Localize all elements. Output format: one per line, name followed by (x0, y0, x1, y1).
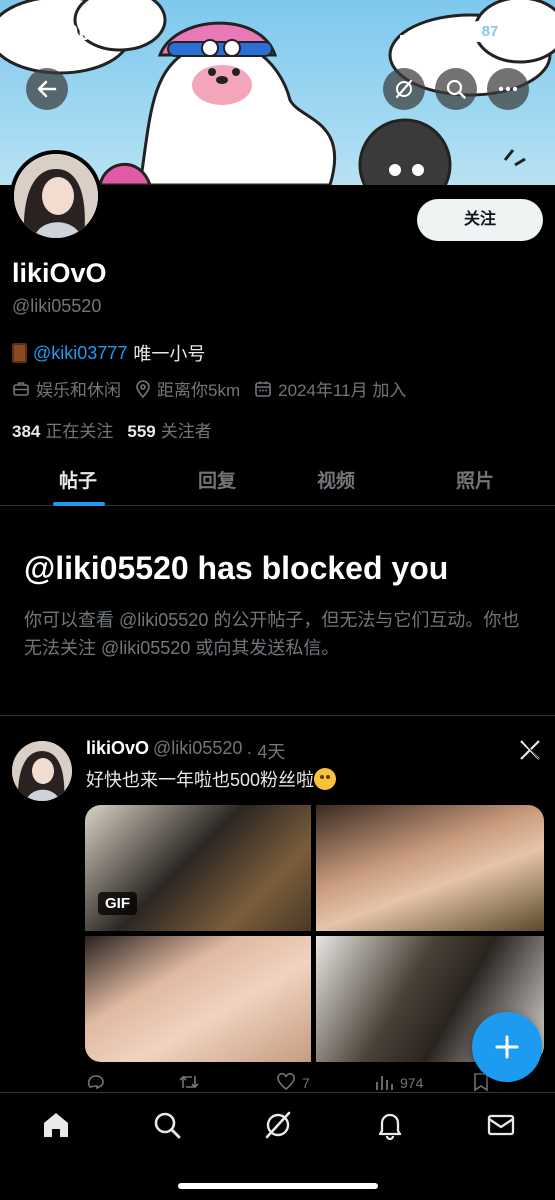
profile-tabs: 帖子 回复 视频 照片 (0, 452, 555, 506)
media-image-3[interactable] (85, 936, 311, 1062)
back-button[interactable] (26, 68, 68, 110)
following-count: 384 (12, 422, 41, 441)
category-item: 娱乐和休闲 (12, 376, 121, 401)
followers-link[interactable]: 559 关注者 (127, 417, 211, 442)
explore-search-icon[interactable] (152, 1110, 182, 1140)
media-image-2[interactable] (316, 805, 544, 931)
door-emoji-icon (12, 343, 27, 363)
briefcase-icon (13, 381, 29, 396)
post-time: · 4天 (246, 742, 286, 762)
search-icon (446, 79, 466, 99)
avatar-image (14, 154, 98, 238)
home-icon[interactable] (41, 1110, 71, 1140)
profile-display-name: likiOvO (12, 258, 107, 288)
profile-handle: @liki05520 (12, 296, 102, 316)
messages-mail-icon[interactable] (486, 1110, 516, 1140)
notifications-bell-icon[interactable] (375, 1110, 405, 1140)
grok-icon (395, 79, 413, 99)
followers-count: 559 (127, 422, 156, 441)
reply-icon[interactable] (86, 1072, 106, 1092)
post-text: 好快也来一年啦也500粉丝啦 (86, 766, 337, 792)
post-author-handle: @liki05520 (153, 738, 243, 758)
blocked-description: 你可以查看 @liki05520 的公开帖子，但无法与它们互动。你也无法关注 @… (24, 610, 520, 658)
plus-icon (495, 1035, 519, 1059)
grok-nav-icon[interactable] (263, 1110, 293, 1140)
category-label: 娱乐和休闲 (36, 381, 121, 400)
back-arrow-icon (37, 80, 57, 98)
bio-text: 唯一小号 (133, 344, 206, 364)
post-header: likiOvO @liki05520 · 4天 (86, 738, 285, 764)
following-link[interactable]: 384 正在关注 (12, 417, 113, 442)
avatar-image (12, 741, 72, 801)
search-button[interactable] (435, 68, 477, 110)
gif-badge: GIF (98, 892, 137, 915)
repost-icon[interactable] (178, 1072, 200, 1092)
signal-icon (400, 26, 425, 42)
post-author-name[interactable]: likiOvO (86, 738, 149, 764)
bottom-navigation (0, 1092, 555, 1200)
home-indicator (178, 1183, 378, 1189)
blocked-title: @liki05520 has blocked you (24, 550, 449, 586)
status-bar: 00:51 5G 87 (0, 0, 555, 60)
profile-meta: 娱乐和休闲 距离你5km 2024年11月 加入 (12, 376, 406, 401)
like-count: 7 (302, 1075, 310, 1091)
tab-posts[interactable]: 帖子 (59, 466, 97, 493)
calendar-icon (255, 381, 271, 397)
post-media-grid[interactable] (85, 805, 544, 1062)
more-button[interactable] (487, 68, 529, 110)
post-text-content: 好快也来一年啦也500粉丝啦 (86, 770, 315, 790)
smiling-hearts-emoji-icon (314, 768, 337, 790)
joined-item: 2024年11月 加入 (254, 376, 406, 401)
location-item: 距离你5km (135, 376, 240, 401)
status-time: 00:51 (66, 20, 125, 45)
views-icon[interactable] (374, 1072, 394, 1092)
follow-stats: 384 正在关注 559 关注者 (12, 417, 212, 442)
profile-bio: @kiki03777 唯一小号 (12, 340, 205, 366)
tab-photos[interactable]: 照片 (456, 466, 494, 493)
grok-button[interactable] (383, 68, 425, 110)
network-type: 5G (437, 22, 460, 41)
location-pin-icon (136, 379, 150, 398)
tab-replies[interactable]: 回复 (198, 466, 236, 493)
location-label: 距离你5km (157, 381, 241, 400)
battery-level: 87 (472, 21, 508, 42)
post-author-avatar[interactable] (12, 741, 72, 801)
divider (0, 715, 555, 716)
tab-videos[interactable]: 视频 (317, 466, 355, 493)
x-logo-icon (520, 740, 540, 760)
like-icon[interactable] (276, 1072, 296, 1092)
bio-mention-link[interactable]: @kiki03777 (33, 343, 127, 364)
active-tab-indicator (53, 502, 105, 506)
views-count: 974 (400, 1075, 424, 1091)
profile-avatar[interactable] (10, 150, 102, 242)
follow-button[interactable]: 关注 (417, 199, 543, 241)
followers-label: 关注者 (160, 422, 212, 441)
compose-button[interactable] (472, 1012, 542, 1082)
more-icon (498, 86, 518, 92)
following-label: 正在关注 (45, 422, 114, 441)
joined-label: 2024年11月 加入 (278, 381, 407, 400)
